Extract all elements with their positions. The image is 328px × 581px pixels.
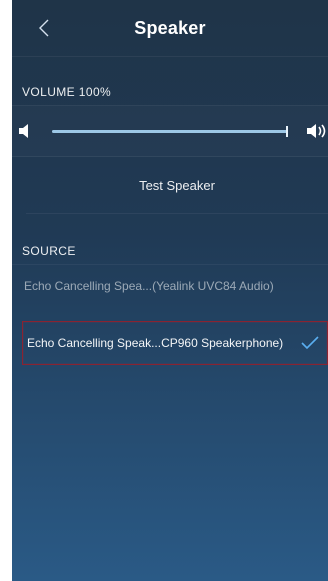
speaker-low-icon[interactable]	[18, 123, 32, 139]
source-item-cp960[interactable]: Echo Cancelling Speak...CP960 Speakerpho…	[22, 321, 328, 365]
speaker-high-icon[interactable]	[306, 122, 328, 140]
volume-slider-thumb[interactable]	[286, 126, 288, 137]
source-item-label: Echo Cancelling Spea...(Yealink UVC84 Au…	[24, 279, 274, 293]
test-speaker-button[interactable]: Test Speaker	[26, 157, 328, 214]
source-item-label: Echo Cancelling Speak...CP960 Speakerpho…	[27, 336, 284, 350]
header: Speaker	[12, 0, 328, 57]
source-item-uvc84[interactable]: Echo Cancelling Spea...(Yealink UVC84 Au…	[12, 264, 328, 307]
volume-slider-fill	[52, 130, 288, 133]
volume-slider[interactable]	[52, 126, 288, 137]
speaker-settings-screen: Speaker VOLUME 100% Test Speaker SOURCE …	[12, 0, 328, 581]
volume-label: VOLUME 100%	[22, 85, 112, 99]
checkmark-icon	[301, 336, 319, 350]
page-title: Speaker	[134, 17, 206, 38]
source-label: SOURCE	[22, 244, 76, 258]
volume-row	[12, 105, 328, 157]
chevron-left-icon	[39, 19, 49, 37]
back-button[interactable]	[28, 12, 60, 44]
